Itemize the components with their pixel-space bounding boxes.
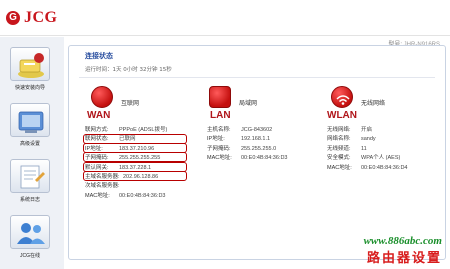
watermark-text: 路由器设置 — [366, 251, 442, 266]
wlan-row-security: 安全模式: WPA个人 (AES) — [327, 154, 407, 163]
wizard-icon — [10, 47, 50, 81]
wlan-wireless-label: 无线网络: — [327, 127, 351, 133]
wlan-channel-label: 无线频道: — [327, 145, 351, 152]
wlan-title: WLAN — [327, 110, 357, 121]
wan-subtitle: 互联网 — [121, 100, 140, 107]
watermark-url: www.886abc.com — [363, 235, 442, 247]
wlan-security-value: WPA个人 (AES) — [361, 155, 401, 162]
highlight-box — [83, 152, 187, 162]
advanced-settings-icon — [10, 103, 50, 137]
lan-hostname-label: 主机名称: — [207, 127, 231, 133]
wan-mac-value: 00:E0:4B:84:36:D3 — [119, 192, 166, 199]
uptime-text: 运行时间：1天 0小时 32分钟 15秒 — [85, 67, 172, 73]
wlan-channel-value: 11 — [361, 145, 367, 152]
connection-status-panel: 连接状态 运行时间：1天 0小时 32分钟 15秒 WAN 互联网 联网方式: P… — [68, 45, 446, 260]
jcg-logo: G JCG — [6, 9, 58, 27]
logo-mark: G — [6, 11, 20, 25]
lan-row-ip: IP地址: 192.168.1.1 — [207, 135, 287, 144]
wlan-info-list: 无线网络: 开启 网络名称: sandy 无线频道: 11 安全模式: WPA个人 (A… — [327, 126, 407, 173]
sidebar-item-jcg-online[interactable]: JCG在线 — [9, 215, 51, 259]
wlan-ssid-label: 网络名称: — [327, 136, 351, 143]
sidebar-item-label: 高级设置 — [19, 141, 40, 147]
sidebar-item-label: 系统日志 — [19, 197, 40, 203]
lan-row-mac: MAC地址: 00:E0:4B:84:36:D3 — [207, 154, 287, 163]
lan-mask-label: 子网掩码: — [207, 145, 231, 152]
divider — [79, 77, 435, 78]
globe-icon — [91, 86, 113, 108]
wlan-row-ssid: 网络名称: sandy — [327, 135, 407, 144]
lan-mask-value: 255.255.255.0 — [241, 145, 277, 152]
logo-text: JCG — [24, 9, 58, 26]
wlan-mac-value: 00:E0:4B:84:36:D4 — [361, 164, 408, 171]
wlan-row-channel: 无线频道: 11 — [327, 145, 407, 154]
lan-ip-label: IP地址: — [207, 136, 225, 143]
system-log-icon — [10, 159, 50, 193]
wan-row-mac: MAC地址: 00:E0:4B:84:36:D3 — [85, 192, 167, 201]
section-title: 连接状态 — [85, 52, 113, 60]
wan-secondary-dns-label: 次域名服务器: — [85, 183, 120, 190]
sidebar: 快速安装向导 高级设置 系统日志 JCG在线 — [0, 37, 64, 269]
lan-info-list: 主机名称: JCG-843602 IP地址: 192.168.1.1 子网掩码: 25… — [207, 126, 287, 164]
lan-ip-value: 192.168.1.1 — [241, 136, 271, 143]
lan-row-hostname: 主机名称: JCG-843602 — [207, 126, 287, 135]
app-header: G JCG — [0, 0, 450, 36]
lan-mac-value: 00:E0:4B:84:36:D3 — [241, 155, 288, 162]
jcg-online-icon — [10, 215, 50, 249]
sidebar-item-system-log[interactable]: 系统日志 — [9, 159, 51, 203]
lan-hostname-value: JCG-843602 — [241, 127, 273, 133]
lan-title: LAN — [210, 110, 231, 121]
sidebar-item-label: 快速安装向导 — [14, 85, 45, 91]
lan-mac-label: MAC地址: — [207, 155, 232, 162]
sidebar-item-label: JCG在线 — [19, 253, 40, 259]
lan-subtitle: 局域网 — [239, 100, 258, 107]
wlan-subtitle: 无线网络 — [361, 100, 386, 107]
wifi-icon — [331, 86, 353, 108]
sidebar-item-quick-setup[interactable]: 快速安装向导 — [9, 47, 51, 91]
sidebar-item-advanced[interactable]: 高级设置 — [9, 103, 51, 147]
wan-row-secondary-dns: 次域名服务器: — [85, 182, 167, 191]
lan-icon — [209, 86, 231, 108]
highlight-box — [83, 171, 187, 181]
wlan-row-wireless: 无线网络: 开启 — [327, 126, 407, 135]
wlan-wireless-value: 开启 — [361, 127, 373, 133]
wan-title: WAN — [87, 110, 111, 121]
wlan-row-mac: MAC地址: 00:E0:4B:84:36:D4 — [327, 164, 407, 173]
wlan-mac-label: MAC地址: — [327, 164, 352, 171]
wlan-ssid-value: sandy — [361, 136, 376, 143]
wan-mac-label: MAC地址: — [85, 192, 110, 199]
wlan-security-label: 安全模式: — [327, 155, 351, 162]
lan-row-mask: 子网掩码: 255.255.255.0 — [207, 145, 287, 154]
